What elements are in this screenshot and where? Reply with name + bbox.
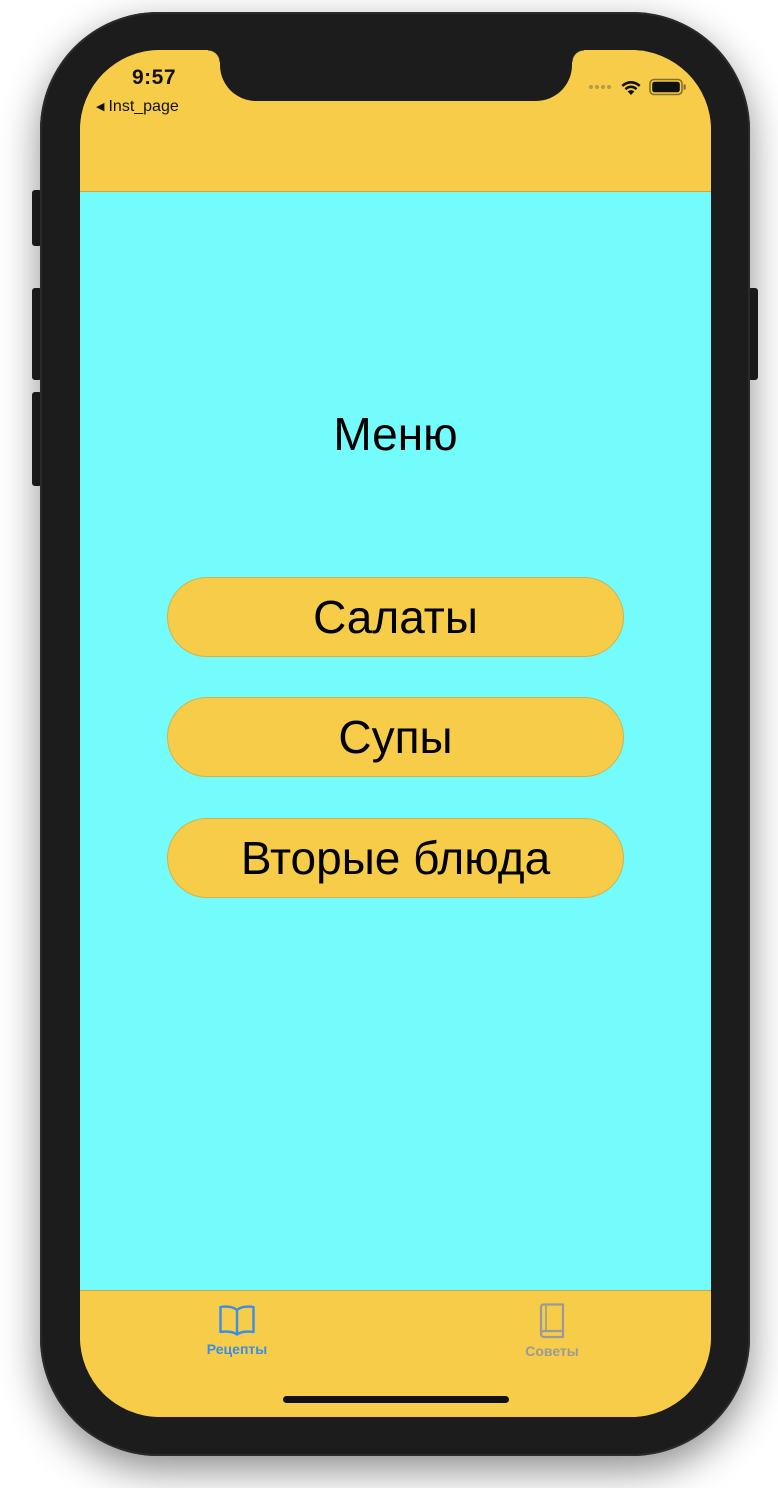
salads-button[interactable]: Салаты (167, 577, 624, 657)
status-time: 9:57 (132, 66, 177, 89)
wifi-icon (621, 81, 641, 95)
phone-screen: 9:57 ◀ Inst_page Меню Салаты Супы Вторые… (80, 50, 711, 1417)
home-indicator[interactable] (283, 1396, 509, 1403)
content-area: Меню Салаты Супы Вторые блюда (80, 192, 711, 1290)
back-triangle-icon: ◀ (96, 100, 105, 113)
soups-button[interactable]: Супы (167, 697, 624, 777)
device-stage: 9:57 ◀ Inst_page Меню Салаты Супы Вторые… (0, 0, 778, 1488)
notch (208, 50, 584, 101)
open-book-icon (219, 1305, 255, 1336)
closed-book-icon (539, 1303, 565, 1339)
main-courses-button[interactable]: Вторые блюда (167, 818, 624, 898)
status-indicators (589, 78, 687, 96)
navigation-bar: 9:57 ◀ Inst_page (80, 50, 711, 192)
tab-recipes[interactable]: Рецепты (177, 1303, 297, 1357)
tab-tips[interactable]: Советы (492, 1303, 612, 1359)
page-title: Меню (333, 408, 458, 460)
battery-icon (649, 78, 686, 96)
back-app-label: Inst_page (108, 98, 179, 115)
tab-recipes-label: Рецепты (206, 1341, 268, 1357)
tab-tips-label: Советы (525, 1343, 579, 1359)
cellular-signal-icon (589, 85, 611, 89)
back-to-app-link[interactable]: ◀ Inst_page (96, 98, 179, 116)
